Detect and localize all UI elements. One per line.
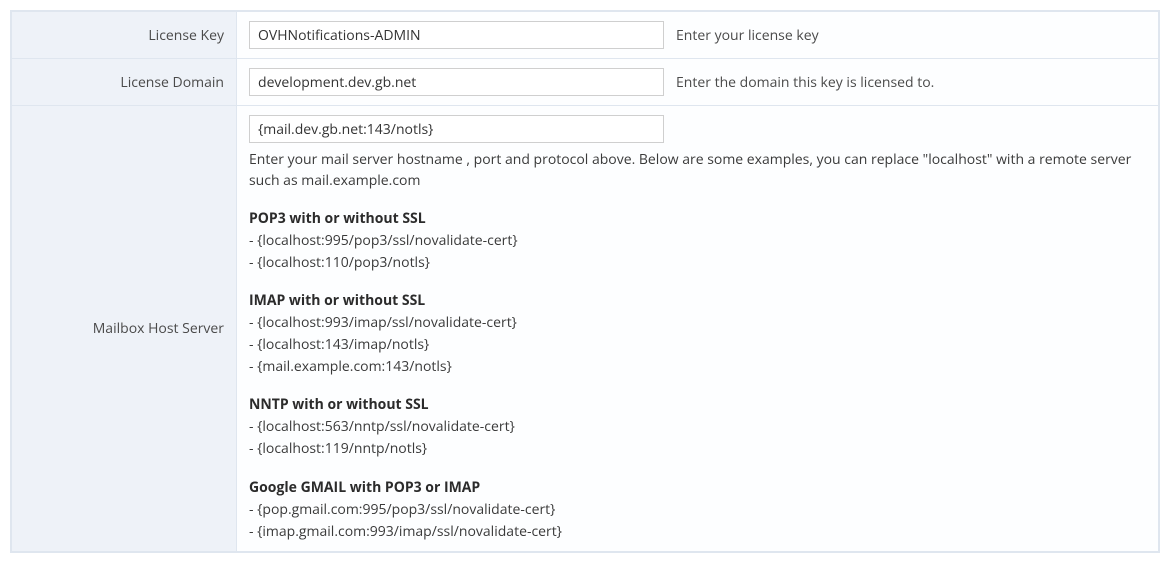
settings-form: License Key Enter your license key Licen… bbox=[10, 10, 1160, 553]
mailbox-help-text: Enter your mail server hostname , port a… bbox=[249, 149, 1139, 191]
section-title: NNTP with or without SSL bbox=[249, 395, 1146, 414]
hint-license-domain: Enter the domain this key is licensed to… bbox=[676, 73, 934, 92]
section-title: POP3 with or without SSL bbox=[249, 209, 1146, 228]
row-mailbox-host: Mailbox Host Server Enter your mail serv… bbox=[12, 106, 1159, 552]
example-line: - {localhost:110/pop3/notls} bbox=[249, 252, 1146, 274]
section-pop3: POP3 with or without SSL - {localhost:99… bbox=[249, 209, 1146, 273]
example-line: - {localhost:143/imap/notls} bbox=[249, 334, 1146, 356]
section-nntp: NNTP with or without SSL - {localhost:56… bbox=[249, 395, 1146, 459]
example-line: - {localhost:995/pop3/ssl/novalidate-cer… bbox=[249, 230, 1146, 252]
license-key-input[interactable] bbox=[249, 21, 664, 49]
mailbox-host-input[interactable] bbox=[249, 115, 664, 143]
hint-license-key: Enter your license key bbox=[676, 26, 819, 45]
section-title: Google GMAIL with POP3 or IMAP bbox=[249, 478, 1146, 497]
row-license-domain: License Domain Enter the domain this key… bbox=[12, 59, 1159, 106]
example-line: - {localhost:119/nntp/notls} bbox=[249, 438, 1146, 460]
example-line: - {pop.gmail.com:995/pop3/ssl/novalidate… bbox=[249, 499, 1146, 521]
section-title: IMAP with or without SSL bbox=[249, 291, 1146, 310]
section-gmail: Google GMAIL with POP3 or IMAP - {pop.gm… bbox=[249, 478, 1146, 542]
example-line: - {mail.example.com:143/notls} bbox=[249, 356, 1146, 378]
example-line: - {imap.gmail.com:993/imap/ssl/novalidat… bbox=[249, 521, 1146, 543]
example-line: - {localhost:993/imap/ssl/novalidate-cer… bbox=[249, 312, 1146, 334]
label-license-domain: License Domain bbox=[12, 59, 237, 106]
label-license-key: License Key bbox=[12, 12, 237, 59]
row-license-key: License Key Enter your license key bbox=[12, 12, 1159, 59]
section-imap: IMAP with or without SSL - {localhost:99… bbox=[249, 291, 1146, 377]
label-mailbox-host: Mailbox Host Server bbox=[12, 106, 237, 552]
example-line: - {localhost:563/nntp/ssl/novalidate-cer… bbox=[249, 416, 1146, 438]
license-domain-input[interactable] bbox=[249, 68, 664, 96]
